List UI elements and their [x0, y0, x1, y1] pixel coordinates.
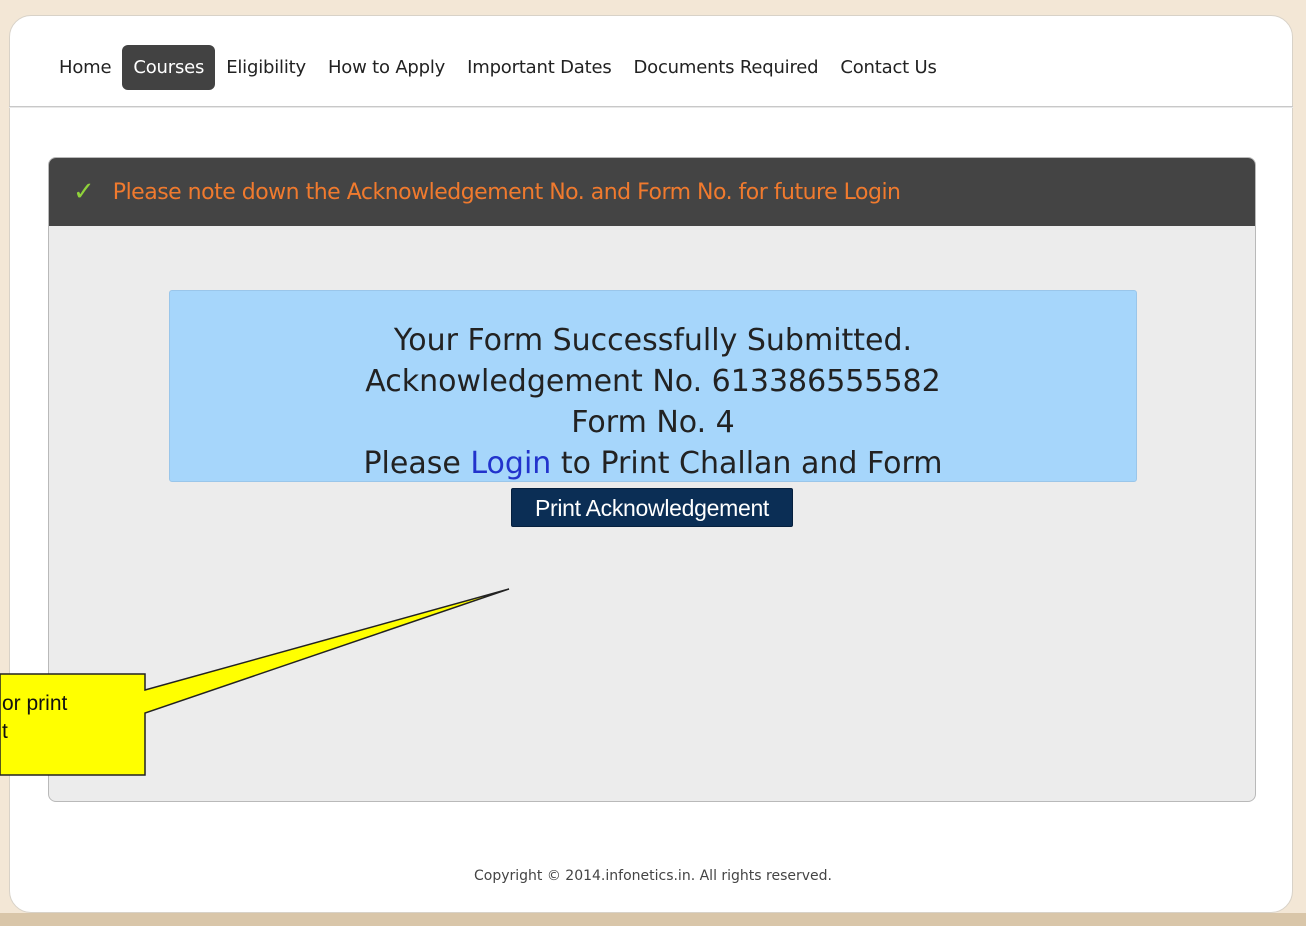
- footer-copyright: Copyright © 2014.infonetics.in. All righ…: [473, 868, 833, 884]
- callout-line-1: or print: [2, 692, 68, 715]
- callout-box: [0, 588, 510, 776]
- callout-line-2: t: [2, 720, 8, 743]
- callout-annotation: [0, 588, 510, 776]
- callout-text: or print t: [0, 690, 140, 746]
